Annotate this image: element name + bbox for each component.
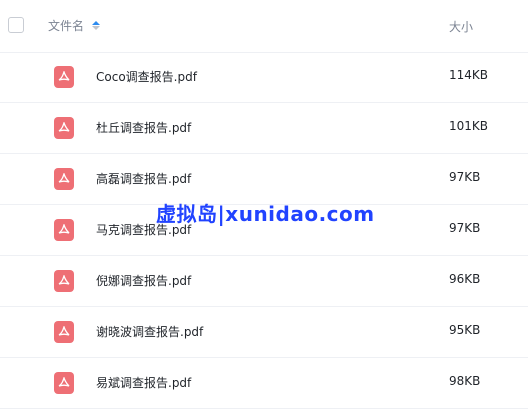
file-size: 98KB xyxy=(449,374,481,388)
file-size: 101KB xyxy=(449,119,489,133)
file-row[interactable]: 倪娜调查报告.pdf 96KB xyxy=(0,256,528,307)
column-header-name-label: 文件名 xyxy=(48,19,85,33)
file-list: Coco调查报告.pdf 114KB 杜丘调查报告.pdf 101KB 高磊调查… xyxy=(0,52,528,409)
select-all-checkbox[interactable] xyxy=(8,17,24,33)
pdf-icon xyxy=(54,270,74,292)
file-size: 97KB xyxy=(449,170,481,184)
column-header-name[interactable]: 文件名 xyxy=(48,17,101,34)
pdf-icon xyxy=(54,66,74,88)
file-name[interactable]: 易斌调查报告.pdf xyxy=(96,374,191,391)
file-row[interactable]: Coco调查报告.pdf 114KB xyxy=(0,52,528,103)
sort-icon[interactable] xyxy=(92,21,101,30)
pdf-icon xyxy=(54,372,74,394)
pdf-icon xyxy=(54,117,74,139)
file-row[interactable]: 谢晓波调查报告.pdf 95KB xyxy=(0,307,528,358)
file-row[interactable]: 杜丘调查报告.pdf 101KB xyxy=(0,103,528,154)
pdf-icon xyxy=(54,321,74,343)
column-header-size[interactable]: 大小 xyxy=(449,18,473,35)
file-name[interactable]: 倪娜调查报告.pdf xyxy=(96,272,191,289)
file-size: 96KB xyxy=(449,272,481,286)
file-table-header: 文件名 大小 xyxy=(0,0,528,53)
file-size: 95KB xyxy=(449,323,481,337)
file-name[interactable]: 高磊调查报告.pdf xyxy=(96,170,191,187)
watermark-text: 虚拟岛|xunidao.com xyxy=(156,202,375,226)
file-size: 114KB xyxy=(449,68,489,82)
file-name[interactable]: 杜丘调查报告.pdf xyxy=(96,119,191,136)
pdf-icon xyxy=(54,219,74,241)
pdf-icon xyxy=(54,168,74,190)
file-size: 97KB xyxy=(449,221,481,235)
file-name[interactable]: 谢晓波调查报告.pdf xyxy=(96,323,203,340)
file-row[interactable]: 易斌调查报告.pdf 98KB xyxy=(0,358,528,409)
file-name[interactable]: Coco调查报告.pdf xyxy=(96,68,197,85)
